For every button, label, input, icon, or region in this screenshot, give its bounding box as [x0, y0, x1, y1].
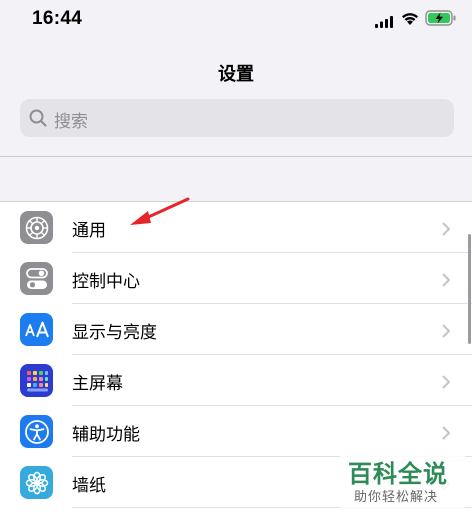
settings-item-label: 显示与亮度	[72, 323, 157, 343]
watermark-subtitle: 助你轻松解决	[354, 490, 439, 505]
search-icon	[29, 109, 47, 131]
settings-item-label: 控制中心	[72, 272, 140, 292]
watermark: 百科全说 助你轻松解决	[340, 452, 465, 512]
watermark-title: 百科全说	[348, 460, 448, 488]
accessibility-icon	[20, 415, 53, 448]
chevron-right-icon	[442, 425, 451, 444]
settings-item-label: 主屏幕	[72, 374, 123, 394]
wifi-icon	[400, 11, 420, 30]
settings-item-general[interactable]: 通用	[0, 202, 472, 253]
chevron-right-icon	[442, 221, 451, 240]
page-title: 设置	[218, 64, 254, 85]
chevron-right-icon	[442, 323, 451, 342]
settings-item-label: 通用	[72, 221, 106, 241]
settings-item-display-brightness[interactable]: 显示与亮度	[0, 304, 472, 355]
settings-item-control-center[interactable]: 控制中心	[0, 253, 472, 304]
settings-item-label: 辅助功能	[72, 425, 140, 445]
settings-item-accessibility[interactable]: 辅助功能	[0, 406, 472, 457]
toggles-icon	[20, 262, 53, 295]
status-time: 16:44	[32, 8, 83, 29]
group-spacer	[0, 157, 472, 201]
chevron-right-icon	[442, 272, 451, 291]
scrollbar[interactable]	[468, 234, 471, 344]
battery-charging-icon	[425, 10, 457, 30]
annotation-arrow-icon	[120, 195, 192, 235]
signal-icon	[375, 13, 395, 32]
search-placeholder: 搜索	[54, 112, 88, 132]
settings-item-home-screen[interactable]: 主屏幕	[0, 355, 472, 406]
settings-item-label: 墙纸	[72, 476, 106, 496]
text-size-icon	[20, 313, 53, 346]
wallpaper-flower-icon	[20, 466, 53, 499]
home-grid-icon	[20, 364, 53, 397]
search-input[interactable]: 搜索	[20, 99, 454, 137]
status-bar: 16:44	[0, 0, 472, 44]
gear-icon	[20, 211, 53, 244]
chevron-right-icon	[442, 374, 451, 393]
